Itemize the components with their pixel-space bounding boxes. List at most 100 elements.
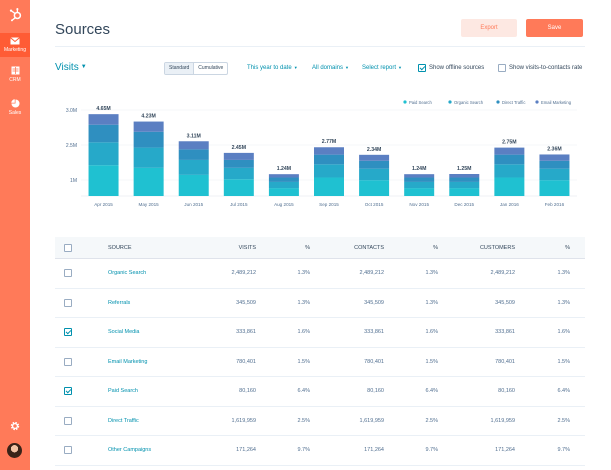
sidebar-nav: Marketing CRM Sales	[0, 0, 30, 470]
source-link[interactable]: Referrals	[108, 289, 130, 319]
avatar[interactable]	[7, 443, 22, 458]
x-tick-label: Dec 2015	[454, 202, 474, 207]
x-tick-label: Aug 2015	[274, 202, 294, 207]
sidebar-item-label: CRM	[9, 77, 21, 83]
legend-swatch	[448, 100, 452, 104]
bar-total-label: 2.45M	[232, 145, 246, 151]
col-header-customers-pct[interactable]: %	[565, 237, 570, 259]
col-header-source[interactable]: Source	[108, 237, 132, 259]
cell-visits: 1,619,959	[231, 417, 256, 424]
cell-contacts-pct: 1.5%	[425, 358, 438, 365]
cell-visits: 171,264	[236, 447, 256, 453]
bar-segment	[223, 152, 254, 160]
row-checkbox[interactable]	[64, 446, 72, 455]
bar-segment	[449, 177, 480, 182]
source-link[interactable]: Email Marketing	[108, 348, 147, 378]
domains-dropdown[interactable]: All domains ▼	[312, 65, 349, 71]
chevron-down-icon: ▼	[293, 65, 298, 70]
source-link[interactable]: Direct Traffic	[108, 407, 139, 437]
table-row: Organic Search 2,489,212 1.3% 2,489,212 1.3%…	[55, 259, 585, 289]
legend-entry: Email Marketing	[541, 100, 572, 105]
bar-segment	[178, 159, 209, 175]
bar-segment	[404, 188, 435, 196]
cell-visits: 345,509	[236, 299, 256, 306]
cell-visits-pct: 6.4%	[297, 388, 310, 394]
view-standard-button[interactable]: Standard	[165, 63, 194, 74]
view-toggle: Standard Cumulative	[164, 62, 229, 75]
source-link[interactable]: Social Media	[108, 318, 140, 348]
view-cumulative-button[interactable]: Cumulative	[193, 63, 227, 74]
bar-total-label: 1.24M	[412, 166, 426, 172]
bar-segment	[133, 167, 164, 196]
row-checkbox[interactable]	[64, 387, 72, 396]
bar-segment	[88, 114, 119, 125]
visits-rate-checkbox[interactable]	[498, 64, 506, 72]
select-all-checkbox[interactable]	[64, 243, 72, 252]
bar-total-label: 1.25M	[457, 166, 471, 172]
bar-segment	[404, 174, 435, 178]
col-header-contacts-pct[interactable]: %	[433, 237, 438, 259]
chevron-down-icon: ▼	[345, 65, 349, 70]
table-row: Social Media 333,861 1.6% 333,861 1.6% 333,86…	[55, 318, 585, 348]
x-tick-label: Jun 2015	[184, 202, 203, 207]
bar-segment	[494, 177, 525, 196]
bar-segment	[359, 168, 390, 181]
bar-segment	[404, 177, 435, 182]
bar-segment	[178, 149, 209, 160]
legend-entry: Direct Traffic	[502, 100, 525, 105]
bar-segment	[449, 188, 480, 196]
y-tick-label: 2.5M	[66, 143, 77, 149]
bar-segment	[223, 179, 254, 196]
row-checkbox[interactable]	[64, 357, 72, 366]
sidebar-item-crm[interactable]: CRM	[0, 66, 30, 88]
x-tick-label: May 2015	[139, 202, 160, 207]
sidebar-item-marketing[interactable]: Marketing	[0, 33, 30, 57]
cell-contacts-pct: 1.6%	[425, 329, 438, 335]
row-checkbox[interactable]	[64, 298, 72, 307]
bar-total-label: 4.23M	[141, 114, 155, 120]
cell-contacts: 333,861	[364, 329, 384, 335]
cell-customers-pct: 2.5%	[557, 417, 570, 424]
y-tick-label: 3.0M	[66, 108, 77, 114]
source-link[interactable]: Organic Search	[108, 259, 146, 289]
hubspot-logo-icon[interactable]	[8, 7, 23, 22]
metric-dropdown[interactable]: Visits ▼	[55, 62, 87, 73]
offline-sources-label: Show offline sources	[429, 65, 485, 71]
stacked-bar-chart: 3.0M 2.5M 1M Paid Search Organic Search Direc…	[66, 100, 577, 207]
bar-total-label: 4.65M	[96, 106, 110, 112]
legend-entry: Paid Search	[409, 100, 432, 105]
col-header-contacts[interactable]: Contacts	[354, 237, 384, 259]
legend-swatch	[496, 100, 500, 104]
col-header-visits-pct[interactable]: %	[305, 237, 310, 259]
cell-visits: 80,160	[239, 388, 256, 394]
cell-customers-pct: 1.3%	[557, 299, 570, 306]
export-button[interactable]: Export	[461, 19, 517, 37]
bar-segment	[268, 188, 299, 196]
col-header-visits[interactable]: Visits	[239, 237, 256, 259]
legend-swatch	[403, 100, 407, 104]
cell-visits-pct: 2.5%	[297, 417, 310, 424]
source-link[interactable]: Paid Search	[108, 377, 138, 407]
report-dropdown[interactable]: Select report ▼	[362, 65, 402, 71]
row-checkbox[interactable]	[64, 269, 72, 278]
row-checkbox[interactable]	[64, 328, 72, 337]
bar-segment	[314, 177, 344, 196]
source-link[interactable]: Other Campaigns	[108, 436, 151, 466]
sidebar-item-sales[interactable]: Sales	[0, 99, 30, 121]
cell-visits-pct: 1.5%	[297, 358, 310, 365]
col-header-customers[interactable]: Customers	[480, 237, 515, 259]
date-range-dropdown[interactable]: This year to date ▼	[247, 65, 298, 71]
bar-segment	[133, 147, 164, 168]
x-tick-label: Oct 2015	[365, 202, 384, 207]
visits-chart: 3.0M 2.5M 1M Paid Search Organic Search Direc…	[55, 90, 585, 218]
sidebar-item-label: Sales	[8, 110, 22, 116]
save-button[interactable]: Save	[526, 19, 583, 37]
bar-total-label: 2.75M	[502, 140, 516, 146]
gear-icon[interactable]	[9, 420, 21, 432]
table-row: Direct Traffic 1,619,959 2.5% 1,619,959 2.5%…	[55, 407, 585, 437]
bar-segment	[494, 154, 525, 165]
cell-contacts: 80,160	[367, 388, 384, 394]
row-checkbox[interactable]	[64, 416, 72, 425]
bar-segment	[178, 174, 209, 196]
offline-sources-checkbox[interactable]	[418, 64, 426, 72]
